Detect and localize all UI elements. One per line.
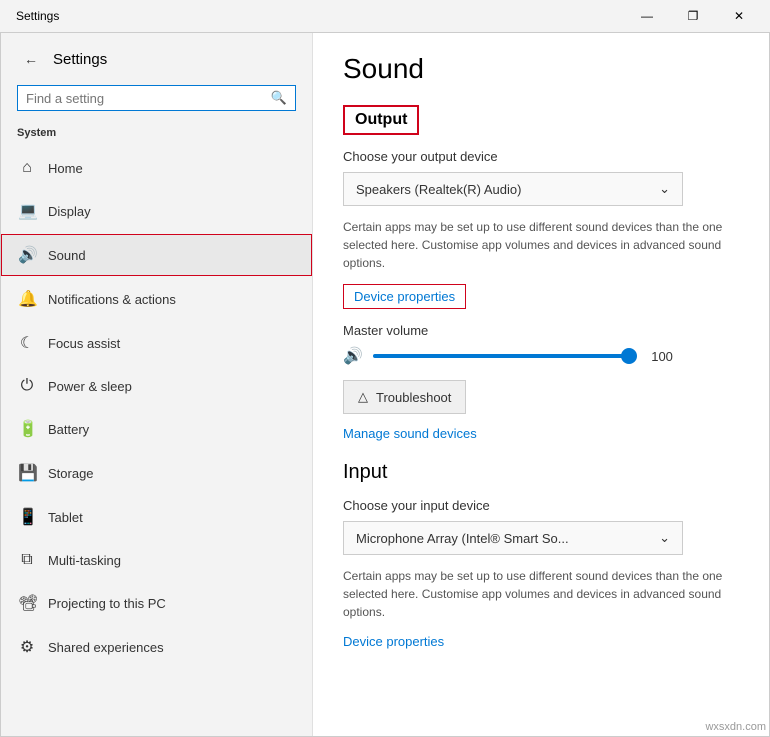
titlebar-controls: — ❐ ✕ — [624, 0, 762, 32]
sidebar-item-multitasking[interactable]: ⧉ Multi-tasking — [1, 540, 312, 580]
manage-sound-devices-link[interactable]: Manage sound devices — [343, 426, 739, 441]
sidebar-item-label-notifications: Notifications & actions — [48, 292, 176, 307]
multitasking-icon: ⧉ — [18, 551, 36, 569]
volume-row: 🔊 100 — [343, 346, 739, 366]
sidebar-item-shared[interactable]: ⚙ Shared experiences — [1, 626, 312, 668]
output-device-dropdown[interactable]: Speakers (Realtek(R) Audio) ⌄ — [343, 172, 683, 206]
sidebar-item-label-home: Home — [48, 161, 83, 176]
projecting-icon: 📽 — [18, 593, 36, 613]
troubleshoot-warning-icon: △ — [358, 389, 368, 405]
search-input[interactable] — [26, 91, 265, 106]
volume-slider-thumb[interactable] — [621, 348, 637, 364]
sidebar-item-tablet[interactable]: 📱 Tablet — [1, 496, 312, 538]
input-device-properties-link[interactable]: Device properties — [343, 634, 444, 649]
tablet-icon: 📱 — [18, 507, 36, 527]
maximize-button[interactable]: ❐ — [670, 0, 716, 32]
sidebar-item-focus[interactable]: ☾ Focus assist — [1, 322, 312, 364]
sidebar-item-label-multitasking: Multi-tasking — [48, 553, 121, 568]
output-device-properties-link[interactable]: Device properties — [343, 284, 466, 309]
troubleshoot-button[interactable]: △ Troubleshoot — [343, 380, 466, 414]
sidebar-item-label-battery: Battery — [48, 422, 89, 437]
search-icon: 🔍 — [271, 90, 287, 106]
back-icon: ← — [24, 51, 38, 67]
sidebar-item-notifications[interactable]: 🔔 Notifications & actions — [1, 278, 312, 320]
sidebar-item-label-power: Power & sleep — [48, 379, 132, 394]
input-section-title: Input — [343, 461, 739, 484]
sidebar-section-label: System — [1, 123, 312, 147]
sidebar-item-label-shared: Shared experiences — [48, 640, 164, 655]
sidebar-item-home[interactable]: ⌂ Home — [1, 148, 312, 188]
search-box[interactable]: 🔍 — [17, 85, 296, 111]
sidebar-item-battery[interactable]: 🔋 Battery — [1, 408, 312, 450]
sidebar-item-label-projecting: Projecting to this PC — [48, 596, 166, 611]
back-button[interactable]: ← — [17, 45, 45, 73]
sidebar-item-display[interactable]: 💻 Display — [1, 190, 312, 232]
sidebar-item-label-storage: Storage — [48, 466, 94, 481]
page-title: Sound — [343, 53, 739, 85]
home-icon: ⌂ — [18, 159, 36, 177]
sidebar-item-sound[interactable]: 🔊 Sound — [1, 234, 312, 276]
volume-slider-track — [373, 354, 633, 358]
notifications-icon: 🔔 — [18, 289, 36, 309]
main-content: Sound Output Choose your output device S… — [313, 33, 769, 736]
sidebar-app-title: Settings — [53, 51, 107, 68]
output-section-header: Output — [343, 105, 419, 135]
input-device-label: Choose your input device — [343, 498, 739, 513]
sidebar-header: ← Settings — [1, 33, 312, 85]
close-button[interactable]: ✕ — [716, 0, 762, 32]
settings-window: ← Settings 🔍 System ⌂ Home 💻 Display 🔊 S… — [0, 32, 770, 737]
sidebar: ← Settings 🔍 System ⌂ Home 💻 Display 🔊 S… — [1, 33, 313, 736]
input-info-text: Certain apps may be set up to use differ… — [343, 567, 739, 621]
titlebar: Settings — ❐ ✕ — [0, 0, 770, 32]
focus-icon: ☾ — [18, 333, 36, 353]
sidebar-item-power[interactable]: ⏻ Power & sleep — [1, 366, 312, 406]
storage-icon: 💾 — [18, 463, 36, 483]
output-device-value: Speakers (Realtek(R) Audio) — [356, 182, 521, 197]
titlebar-title: Settings — [16, 9, 624, 23]
input-dropdown-chevron-icon: ⌄ — [659, 530, 670, 546]
master-volume-label: Master volume — [343, 323, 739, 338]
shared-icon: ⚙ — [18, 637, 36, 657]
sidebar-item-projecting[interactable]: 📽 Projecting to this PC — [1, 582, 312, 624]
output-info-text: Certain apps may be set up to use differ… — [343, 218, 739, 272]
dropdown-chevron-icon: ⌄ — [659, 181, 670, 197]
input-device-value: Microphone Array (Intel® Smart So... — [356, 531, 569, 546]
sidebar-item-label-focus: Focus assist — [48, 336, 120, 351]
troubleshoot-label: Troubleshoot — [376, 390, 451, 405]
sidebar-item-label-display: Display — [48, 204, 91, 219]
sidebar-item-storage[interactable]: 💾 Storage — [1, 452, 312, 494]
output-section: Output Choose your output device Speaker… — [343, 105, 739, 441]
battery-icon: 🔋 — [18, 419, 36, 439]
sound-icon: 🔊 — [18, 245, 36, 265]
volume-speaker-icon: 🔊 — [343, 346, 363, 366]
volume-value: 100 — [643, 349, 673, 364]
minimize-button[interactable]: — — [624, 0, 670, 32]
watermark: wxsxdn.com — [705, 721, 766, 733]
power-icon: ⏻ — [18, 377, 36, 395]
sidebar-item-label-sound: Sound — [48, 248, 86, 263]
input-section: Input Choose your input device Microphon… — [343, 461, 739, 663]
input-device-dropdown[interactable]: Microphone Array (Intel® Smart So... ⌄ — [343, 521, 683, 555]
display-icon: 💻 — [18, 201, 36, 221]
volume-slider[interactable] — [373, 346, 633, 366]
sidebar-item-label-tablet: Tablet — [48, 510, 83, 525]
output-device-label: Choose your output device — [343, 149, 739, 164]
